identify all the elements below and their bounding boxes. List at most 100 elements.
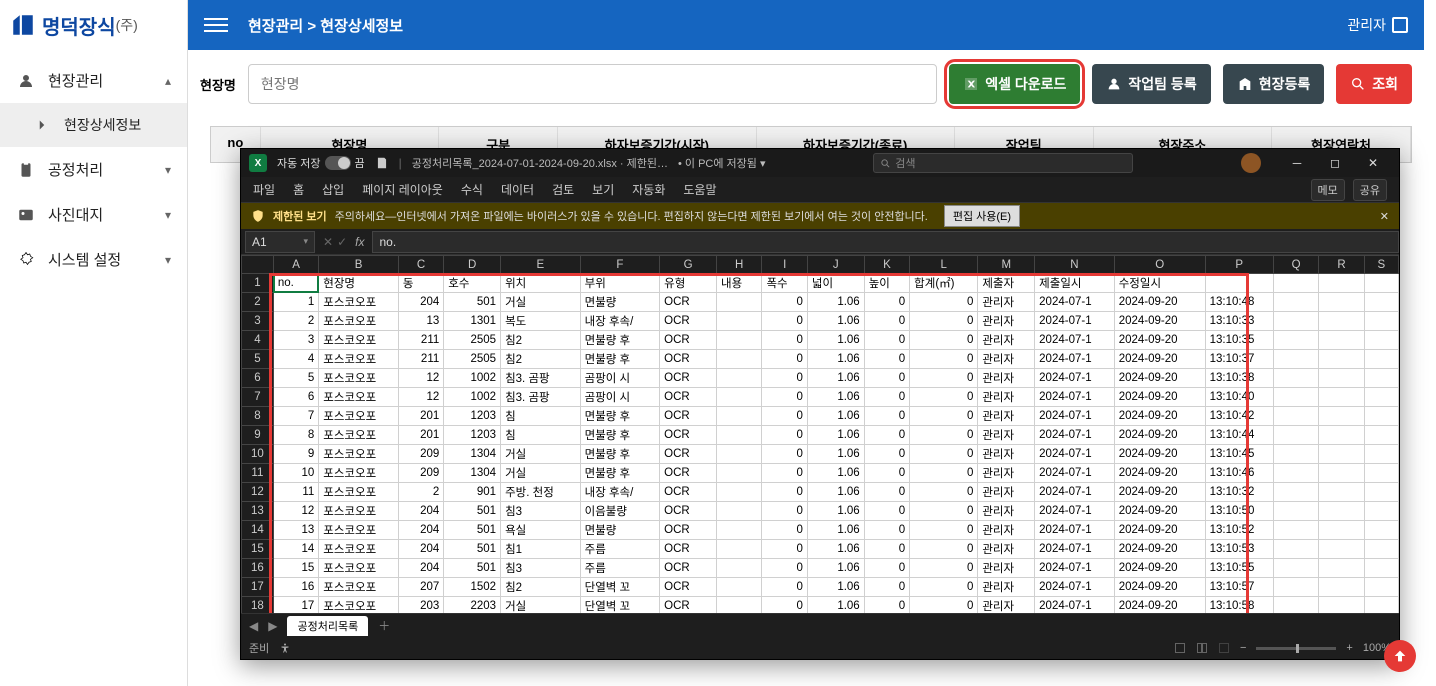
cell[interactable]: 14	[273, 540, 318, 559]
cell[interactable]: 0	[762, 369, 807, 388]
close-button[interactable]: ✕	[1355, 149, 1391, 177]
cell[interactable]	[716, 559, 761, 578]
cell[interactable]: 포스코오포	[319, 331, 399, 350]
cell[interactable]: 0	[910, 426, 978, 445]
cell[interactable]: 0	[762, 597, 807, 614]
cell[interactable]: 면불량 후	[580, 464, 660, 483]
cell[interactable]: 2024-07-1	[1035, 445, 1115, 464]
col-header[interactable]: M	[978, 256, 1035, 274]
view-layout-icon[interactable]	[1196, 642, 1208, 654]
cell[interactable]: OCR	[660, 597, 717, 614]
cell[interactable]: 관리자	[978, 293, 1035, 312]
cell[interactable]: 2024-09-20	[1114, 350, 1205, 369]
cell[interactable]: 관리자	[978, 540, 1035, 559]
row-header[interactable]: 10	[242, 445, 274, 464]
cell[interactable]: 0	[910, 350, 978, 369]
ribbon-tab[interactable]: 도움말	[683, 181, 716, 198]
cell[interactable]: OCR	[660, 331, 717, 350]
cell[interactable]: 관리자	[978, 445, 1035, 464]
cell[interactable]: 1.06	[807, 293, 864, 312]
cell[interactable]: 1002	[444, 388, 501, 407]
cell[interactable]: 관리자	[978, 331, 1035, 350]
ribbon-tab[interactable]: 자동화	[632, 181, 665, 198]
cell[interactable]: 13:10:52	[1205, 521, 1273, 540]
cell[interactable]: 1.06	[807, 312, 864, 331]
cell[interactable]: 단열벽 꼬	[580, 578, 660, 597]
cell[interactable]: 0	[864, 312, 909, 331]
cell[interactable]: 0	[762, 445, 807, 464]
cell[interactable]: 3	[273, 331, 318, 350]
cell[interactable]: 1.06	[807, 464, 864, 483]
cell[interactable]: 포스코오포	[319, 483, 399, 502]
row-header[interactable]: 18	[242, 597, 274, 614]
cell[interactable]: 포스코오포	[319, 426, 399, 445]
cell[interactable]	[716, 331, 761, 350]
cell[interactable]: 포스코오포	[319, 445, 399, 464]
cell[interactable]: 204	[398, 521, 443, 540]
cell[interactable]: 침	[501, 407, 581, 426]
cell[interactable]: 13:10:53	[1205, 540, 1273, 559]
cell[interactable]	[716, 483, 761, 502]
col-header[interactable]: J	[807, 256, 864, 274]
cell[interactable]: 0	[910, 293, 978, 312]
cell[interactable]	[716, 350, 761, 369]
row-header[interactable]: 14	[242, 521, 274, 540]
hamburger-icon[interactable]	[204, 13, 228, 37]
cell[interactable]: 거실	[501, 464, 581, 483]
search-button[interactable]: 조회	[1336, 64, 1412, 104]
cell[interactable]	[716, 426, 761, 445]
cell[interactable]: 0	[910, 388, 978, 407]
cell[interactable]: 10	[273, 464, 318, 483]
excel-search[interactable]: 검색	[873, 153, 1133, 173]
cell[interactable]: 곰팡이 시	[580, 388, 660, 407]
row-header[interactable]: 15	[242, 540, 274, 559]
zoom-in-icon[interactable]: +	[1346, 642, 1352, 654]
cell[interactable]: OCR	[660, 502, 717, 521]
cell[interactable]: 2024-09-20	[1114, 483, 1205, 502]
cell[interactable]: 0	[910, 540, 978, 559]
cell[interactable]: 1.06	[807, 407, 864, 426]
cell[interactable]: 0	[910, 502, 978, 521]
cell[interactable]: 포스코오포	[319, 312, 399, 331]
cell[interactable]: 합계(㎡)	[910, 274, 978, 293]
cell[interactable]	[1205, 274, 1273, 293]
cell[interactable]: 2024-07-1	[1035, 426, 1115, 445]
cell[interactable]	[716, 521, 761, 540]
cell[interactable]: 2024-07-1	[1035, 597, 1115, 614]
cell[interactable]: 2024-07-1	[1035, 502, 1115, 521]
cell[interactable]: 1203	[444, 426, 501, 445]
col-header[interactable]: P	[1205, 256, 1273, 274]
cell[interactable]: 면불량 후	[580, 350, 660, 369]
cell[interactable]: 15	[273, 559, 318, 578]
cell[interactable]: 0	[864, 597, 909, 614]
cell[interactable]	[716, 407, 761, 426]
cell[interactable]: OCR	[660, 578, 717, 597]
col-header[interactable]: G	[660, 256, 717, 274]
cell[interactable]: 관리자	[978, 502, 1035, 521]
col-header[interactable]: H	[716, 256, 761, 274]
cell[interactable]: OCR	[660, 559, 717, 578]
cell[interactable]: OCR	[660, 426, 717, 445]
cell[interactable]: 포스코오포	[319, 464, 399, 483]
cell[interactable]: 단열벽 꼬	[580, 597, 660, 614]
cell[interactable]: 2024-07-1	[1035, 407, 1115, 426]
cell[interactable]: 0	[864, 407, 909, 426]
cell[interactable]: 2024-09-20	[1114, 578, 1205, 597]
cell[interactable]: 1.06	[807, 483, 864, 502]
cell[interactable]: 1.06	[807, 502, 864, 521]
ribbon-tab[interactable]: 검토	[552, 181, 574, 198]
cell[interactable]: 0	[910, 312, 978, 331]
cell[interactable]: 13:10:35	[1205, 331, 1273, 350]
ribbon-tab[interactable]: 홈	[293, 181, 304, 198]
cell[interactable]: 13:10:57	[1205, 578, 1273, 597]
cell[interactable]: 내장 후속/	[580, 483, 660, 502]
ribbon-tab[interactable]: 삽입	[322, 181, 344, 198]
cell[interactable]: 1.06	[807, 388, 864, 407]
cell[interactable]: 0	[762, 350, 807, 369]
cell[interactable]: 욕실	[501, 521, 581, 540]
cell[interactable]: 2024-09-20	[1114, 597, 1205, 614]
cell[interactable]: 침3	[501, 559, 581, 578]
cell[interactable]: 207	[398, 578, 443, 597]
row-header[interactable]: 8	[242, 407, 274, 426]
formula-value[interactable]: no.	[372, 231, 1399, 253]
